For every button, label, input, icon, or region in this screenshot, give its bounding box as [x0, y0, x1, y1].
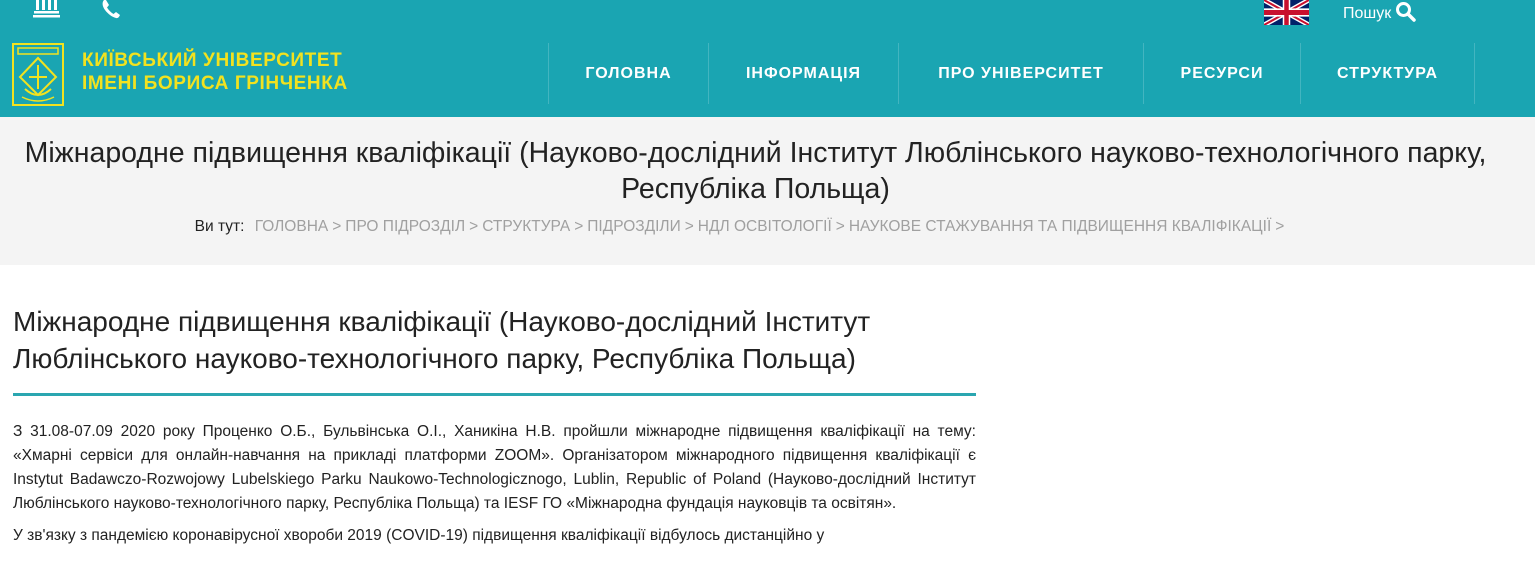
- breadcrumb-separator: >: [835, 218, 845, 235]
- breadcrumb-item[interactable]: СТРУКТУРА: [482, 218, 570, 235]
- nav-item-home[interactable]: ГОЛОВНА: [548, 43, 708, 104]
- university-icon[interactable]: [33, 0, 61, 20]
- breadcrumb-item[interactable]: ПРО ПІДРОЗДІЛ: [345, 218, 465, 235]
- breadcrumb-label: Ви тут:: [194, 218, 245, 235]
- university-name[interactable]: КИЇВСЬКИЙ УНІВЕРСИТЕТ ІМЕНІ БОРИСА ГРІНЧ…: [82, 49, 348, 95]
- breadcrumb-separator: >: [332, 218, 342, 235]
- brand-line-1: КИЇВСЬКИЙ УНІВЕРСИТЕТ: [82, 50, 343, 71]
- search-label: Пошук: [1343, 5, 1392, 22]
- breadcrumb-item[interactable]: НДЛ ОСВІТОЛОГІЇ: [698, 218, 832, 235]
- page-title: Міжнародне підвищення кваліфікації (Наук…: [24, 137, 1487, 205]
- search-icon: [1395, 1, 1416, 27]
- breadcrumb-item[interactable]: НАУКОВЕ СТАЖУВАННЯ ТА ПІДВИЩЕННЯ КВАЛІФІ…: [849, 218, 1271, 235]
- nav-item-information[interactable]: ІНФОРМАЦІЯ: [708, 43, 898, 104]
- article: Міжнародне підвищення кваліфікації (Наук…: [13, 303, 976, 548]
- uk-flag-icon[interactable]: [1264, 0, 1309, 25]
- article-paragraph: З 31.08-07.09 2020 року Проценко О.Б., Б…: [13, 423, 976, 512]
- logo-icon[interactable]: [12, 43, 64, 106]
- nav-item-about-university[interactable]: ПРО УНІВЕРСИТЕТ: [898, 43, 1143, 104]
- breadcrumb-separator: >: [469, 218, 479, 235]
- breadcrumb-separator: >: [574, 218, 584, 235]
- nav-item-resources[interactable]: РЕСУРСИ: [1143, 43, 1300, 104]
- main-nav: ГОЛОВНА ІНФОРМАЦІЯ ПРО УНІВЕРСИТЕТ РЕСУР…: [548, 43, 1475, 104]
- breadcrumb-separator: >: [684, 218, 694, 235]
- breadcrumb-item[interactable]: ГОЛОВНА: [255, 218, 329, 235]
- nav-item-structure[interactable]: СТРУКТУРА: [1300, 43, 1475, 104]
- page-title-band: Міжнародне підвищення кваліфікації (Наук…: [0, 117, 1535, 265]
- brand-line-2: ІМЕНІ БОРИСА ГРІНЧЕНКА: [82, 73, 348, 94]
- phone-icon[interactable]: [100, 0, 122, 20]
- breadcrumb-item[interactable]: ПІДРОЗДІЛИ: [587, 218, 680, 235]
- breadcrumb: Ви тут: ГОЛОВНА > ПРО ПІДРОЗДІЛ > СТРУКТУРА >…: [0, 218, 1483, 236]
- article-paragraph: У зв'язку з пандемією коронавірусної хво…: [13, 527, 825, 544]
- search-button[interactable]: Пошук: [1343, 2, 1416, 26]
- site-header: Пошук КИЇВСЬКИЙ УНІВЕРСИТЕТ ІМЕНІ БОРИСА…: [0, 0, 1535, 117]
- article-title: Міжнародне підвищення кваліфікації (Наук…: [13, 303, 976, 396]
- breadcrumb-separator: >: [1275, 218, 1285, 235]
